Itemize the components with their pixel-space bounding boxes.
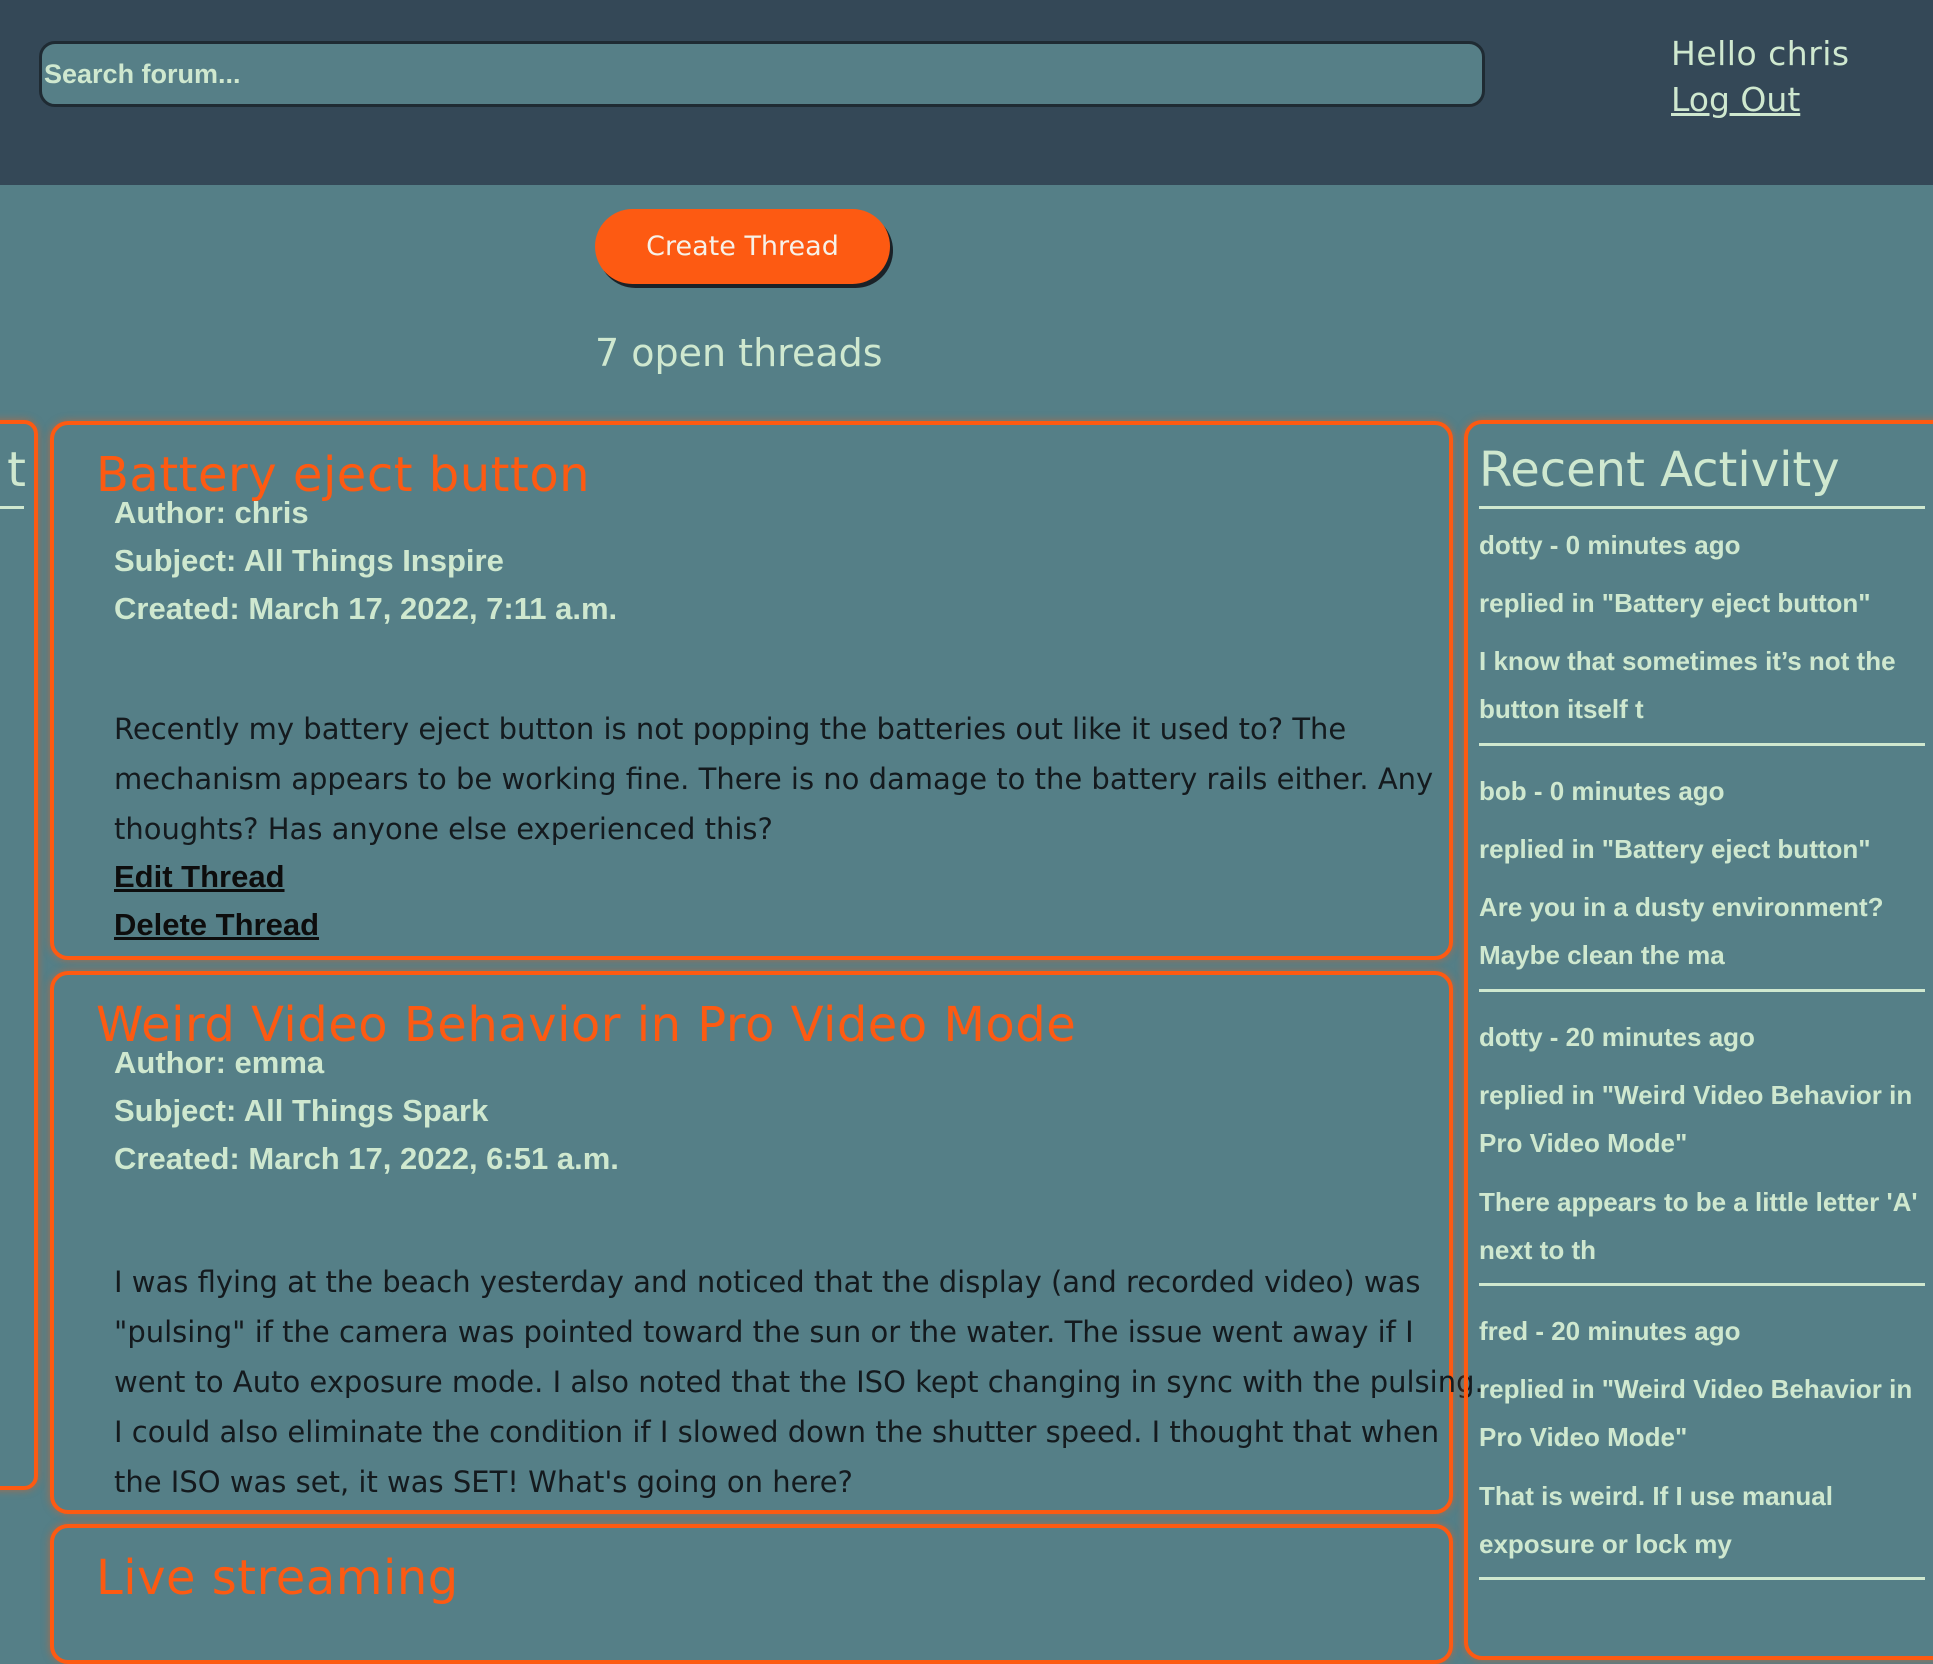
activity-snippet: Are you in a dusty environment? Maybe cl…: [1479, 892, 1884, 970]
edit-thread-link[interactable]: Edit Thread: [114, 853, 285, 901]
activity-user: dotty - 20 minutes ago: [1479, 1022, 1755, 1052]
open-threads-count: 7 open threads: [595, 331, 883, 375]
logout-link[interactable]: Log Out: [1671, 78, 1800, 122]
thread-card: Live streaming: [50, 1524, 1453, 1664]
thread-created: Created: March 17, 2022, 6:51 a.m.: [114, 1141, 619, 1176]
thread-body: I was flying at the beach yesterday and …: [114, 1265, 1484, 1499]
thread-author: Author: chris: [114, 495, 309, 530]
search-input[interactable]: [39, 41, 1485, 107]
activity-snippet: I know that sometimes it’s not the butto…: [1479, 646, 1896, 724]
left-panel: [0, 420, 38, 1490]
activity-divider: [1479, 1577, 1925, 1580]
recent-activity-divider: [1479, 506, 1925, 509]
thread-title[interactable]: Live streaming: [96, 1548, 459, 1608]
activity-snippet: That is weird. If I use manual exposure …: [1479, 1481, 1833, 1559]
thread-card: Battery eject button Author: chris Subje…: [50, 421, 1453, 960]
recent-activity-title: Recent Activity: [1479, 442, 1840, 498]
activity-thread[interactable]: replied in "Weird Video Behavior in Pro …: [1479, 1071, 1929, 1167]
activity-divider: [1479, 989, 1925, 992]
left-panel-divider: [0, 506, 24, 509]
thread-subject: Subject: All Things Spark: [114, 1093, 489, 1128]
activity-thread[interactable]: replied in "Weird Video Behavior in Pro …: [1479, 1365, 1929, 1461]
activity-divider: [1479, 743, 1925, 746]
activity-user: fred - 20 minutes ago: [1479, 1316, 1741, 1346]
activity-user: bob - 0 minutes ago: [1479, 776, 1725, 806]
activity-snippet: There appears to be a little letter 'A' …: [1479, 1187, 1918, 1265]
thread-created: Created: March 17, 2022, 7:11 a.m.: [114, 591, 618, 626]
thread-card: Weird Video Behavior in Pro Video Mode A…: [50, 971, 1484, 1514]
left-panel-title: t: [7, 442, 26, 498]
activity-divider: [1479, 1283, 1925, 1286]
activity-thread[interactable]: replied in "Battery eject button": [1479, 579, 1929, 627]
thread-subject: Subject: All Things Inspire: [114, 543, 504, 578]
delete-thread-link[interactable]: Delete Thread: [114, 901, 319, 949]
activity-thread[interactable]: replied in "Battery eject button": [1479, 825, 1929, 873]
thread-body: Recently my battery eject button is not …: [114, 712, 1434, 846]
activity-user: dotty - 0 minutes ago: [1479, 530, 1741, 560]
user-greeting: Hello chris: [1671, 34, 1850, 73]
create-thread-button[interactable]: Create Thread: [595, 209, 890, 284]
thread-author: Author: emma: [114, 1045, 325, 1080]
